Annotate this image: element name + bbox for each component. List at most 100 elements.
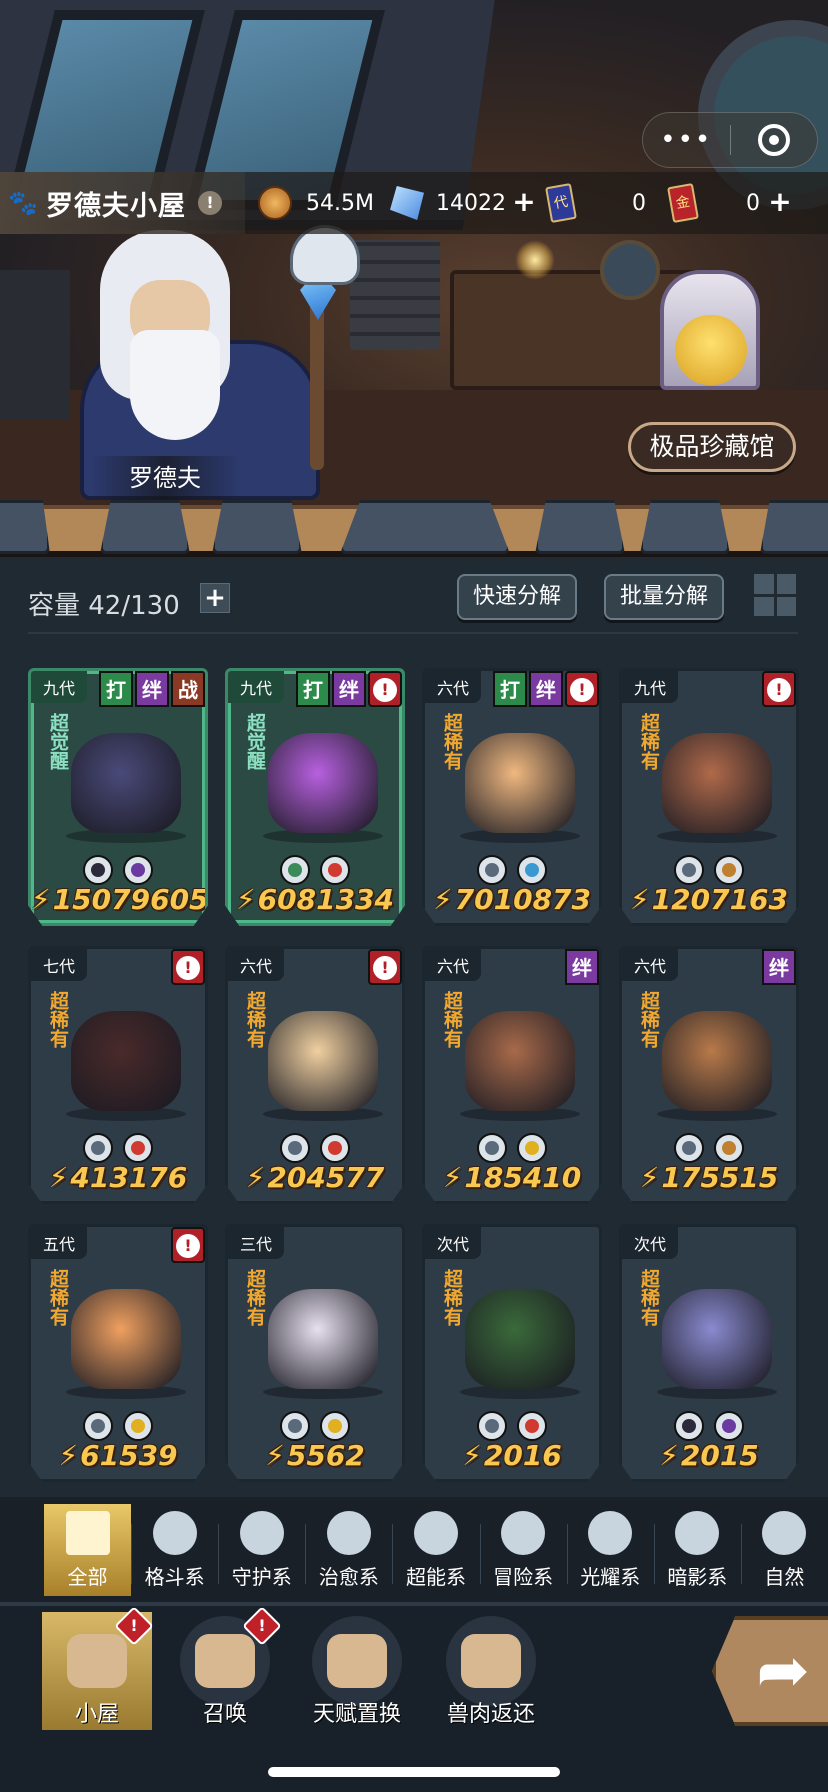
pet-card[interactable]: 六代 绊 超稀有 ⚡185410 <box>422 946 602 1204</box>
pet-portrait <box>662 1289 772 1389</box>
pet-card[interactable]: 六代 打绊! 超稀有 ⚡7010873 <box>422 668 602 926</box>
book-stack <box>350 240 440 350</box>
type-icons <box>425 1133 599 1163</box>
type-icons <box>622 855 796 885</box>
rarity-label: 超稀有 <box>638 1269 660 1326</box>
trait-badge: 战 <box>171 671 205 707</box>
trait-badge: 绊 <box>332 671 366 707</box>
rarity-label: 超觉醒 <box>244 713 266 770</box>
type-icon <box>280 1133 310 1163</box>
rarity-label: 超稀有 <box>47 991 69 1048</box>
all-icon <box>65 1510 110 1555</box>
generation-label: 九代 <box>228 671 285 703</box>
filter-nature[interactable]: 自然 <box>740 1504 828 1596</box>
pet-card[interactable]: 九代 ! 超稀有 ⚡1207163 <box>619 668 799 926</box>
trait-badge: 绊 <box>762 949 796 985</box>
power-icon: ⚡ <box>432 883 453 916</box>
filter-adventure[interactable]: 冒险系 <box>479 1504 567 1596</box>
type-icon <box>674 1411 704 1441</box>
power-value: ⚡61539 <box>31 1439 205 1472</box>
badge-group: 打绊! <box>493 671 599 707</box>
batch-decompose-button[interactable]: 批量分解 <box>604 574 725 620</box>
filter-shield[interactable]: 守护系 <box>218 1504 305 1596</box>
nav-icon-wrap <box>446 1616 536 1706</box>
nav-label: 天赋置换 <box>312 1702 401 1727</box>
rarity-label: 超稀有 <box>47 1269 69 1326</box>
generation-label: 次代 <box>425 1227 482 1259</box>
psychic-icon <box>413 1510 458 1555</box>
filter-all[interactable]: 全部 <box>44 1503 132 1596</box>
nav-egg[interactable]: 召唤 ! <box>170 1606 282 1730</box>
rarity-label: 超稀有 <box>441 991 463 1048</box>
quick-decompose-button[interactable]: 快速分解 <box>457 574 578 620</box>
filter-label: 冒险系 <box>493 1564 554 1589</box>
rarity-label: 超稀有 <box>441 1269 463 1326</box>
pet-card[interactable]: 六代 ! 超稀有 ⚡204577 <box>225 946 405 1204</box>
pet-card[interactable]: 次代 超稀有 ⚡2015 <box>619 1224 799 1482</box>
filter-psychic[interactable]: 超能系 <box>392 1504 479 1596</box>
element-filter-bar: 全部 格斗系 守护系 治愈系 超能系 冒险系 光耀系 暗影系 自然 <box>0 1497 828 1602</box>
swap-icon <box>327 1634 387 1688</box>
generation-label: 六代 <box>228 949 285 981</box>
candle-light <box>515 240 555 280</box>
badge-group: 打绊! <box>296 671 402 707</box>
rarity-label: 超稀有 <box>244 991 266 1048</box>
nav-swap[interactable]: 天赋置换 <box>302 1612 412 1730</box>
add-crystal-button[interactable]: + <box>512 188 536 216</box>
rarity-label: 超稀有 <box>244 1269 266 1326</box>
filter-star[interactable]: 光耀系 <box>566 1504 654 1596</box>
pet-portrait <box>465 1289 575 1389</box>
pet-portrait <box>465 733 575 833</box>
egg-icon <box>195 1634 255 1688</box>
trait-badge: 打 <box>99 671 133 707</box>
gallery-button[interactable]: 极品珍藏馆 <box>628 422 796 472</box>
info-icon[interactable]: ! <box>198 191 222 215</box>
pet-card[interactable]: 六代 绊 超稀有 ⚡175515 <box>619 946 799 1204</box>
nav-meat[interactable]: 兽肉返还 <box>436 1612 546 1730</box>
type-icon <box>123 1133 153 1163</box>
generation-label: 五代 <box>31 1227 88 1259</box>
power-value: ⚡1207163 <box>622 883 796 916</box>
power-number: 61539 <box>80 1439 178 1472</box>
pet-card[interactable]: 五代 ! 超稀有 ⚡61539 <box>28 1224 208 1482</box>
filter-sprout[interactable]: 治愈系 <box>305 1504 392 1596</box>
rarity-label: 超稀有 <box>638 991 660 1048</box>
pet-card[interactable]: 九代 打绊! 超觉醒 ⚡6081334 <box>225 668 405 926</box>
pet-card[interactable]: 九代 打绊战 超觉醒 ⚡15079605 <box>28 668 208 926</box>
nav-house[interactable]: 小屋 ! <box>42 1606 154 1730</box>
type-icon <box>123 855 153 885</box>
expand-capacity-button[interactable]: + <box>200 583 230 613</box>
type-icon <box>280 855 310 885</box>
red-card-resource: 金 0 + <box>667 183 792 223</box>
filter-fist[interactable]: 格斗系 <box>131 1504 218 1596</box>
power-value: ⚡185410 <box>425 1161 599 1194</box>
pet-portrait <box>465 1011 575 1111</box>
rail-stone <box>535 500 625 554</box>
meat-icon <box>461 1634 521 1688</box>
power-number: 413176 <box>70 1161 188 1194</box>
grid-view-icon[interactable] <box>754 574 796 616</box>
pet-card[interactable]: 次代 超稀有 ⚡2016 <box>422 1224 602 1482</box>
rarity-label: 超稀有 <box>638 713 660 770</box>
type-icon <box>517 1133 547 1163</box>
paw-icon: 🐾 <box>8 189 38 217</box>
fist-icon <box>152 1510 197 1555</box>
filter-moon[interactable]: 暗影系 <box>653 1504 741 1596</box>
power-icon: ⚡ <box>58 1439 79 1472</box>
red-card-count: 0 <box>746 190 760 216</box>
more-button[interactable]: ••• <box>643 125 730 155</box>
rail-stone <box>100 500 190 554</box>
power-number: 2016 <box>483 1439 562 1472</box>
alert-badge: ! <box>762 671 796 707</box>
type-icon <box>320 1133 350 1163</box>
power-icon: ⚡ <box>442 1161 463 1194</box>
pet-card[interactable]: 七代 ! 超稀有 ⚡413176 <box>28 946 208 1204</box>
pet-card[interactable]: 三代 超稀有 ⚡5562 <box>225 1224 405 1482</box>
trait-badge: 打 <box>296 671 330 707</box>
add-card-button[interactable]: + <box>768 188 792 216</box>
generation-label: 三代 <box>228 1227 285 1259</box>
gallery-throne[interactable] <box>650 270 770 410</box>
filter-label: 格斗系 <box>144 1564 205 1589</box>
power-value: ⚡6081334 <box>228 883 402 916</box>
close-button[interactable] <box>731 124 818 156</box>
